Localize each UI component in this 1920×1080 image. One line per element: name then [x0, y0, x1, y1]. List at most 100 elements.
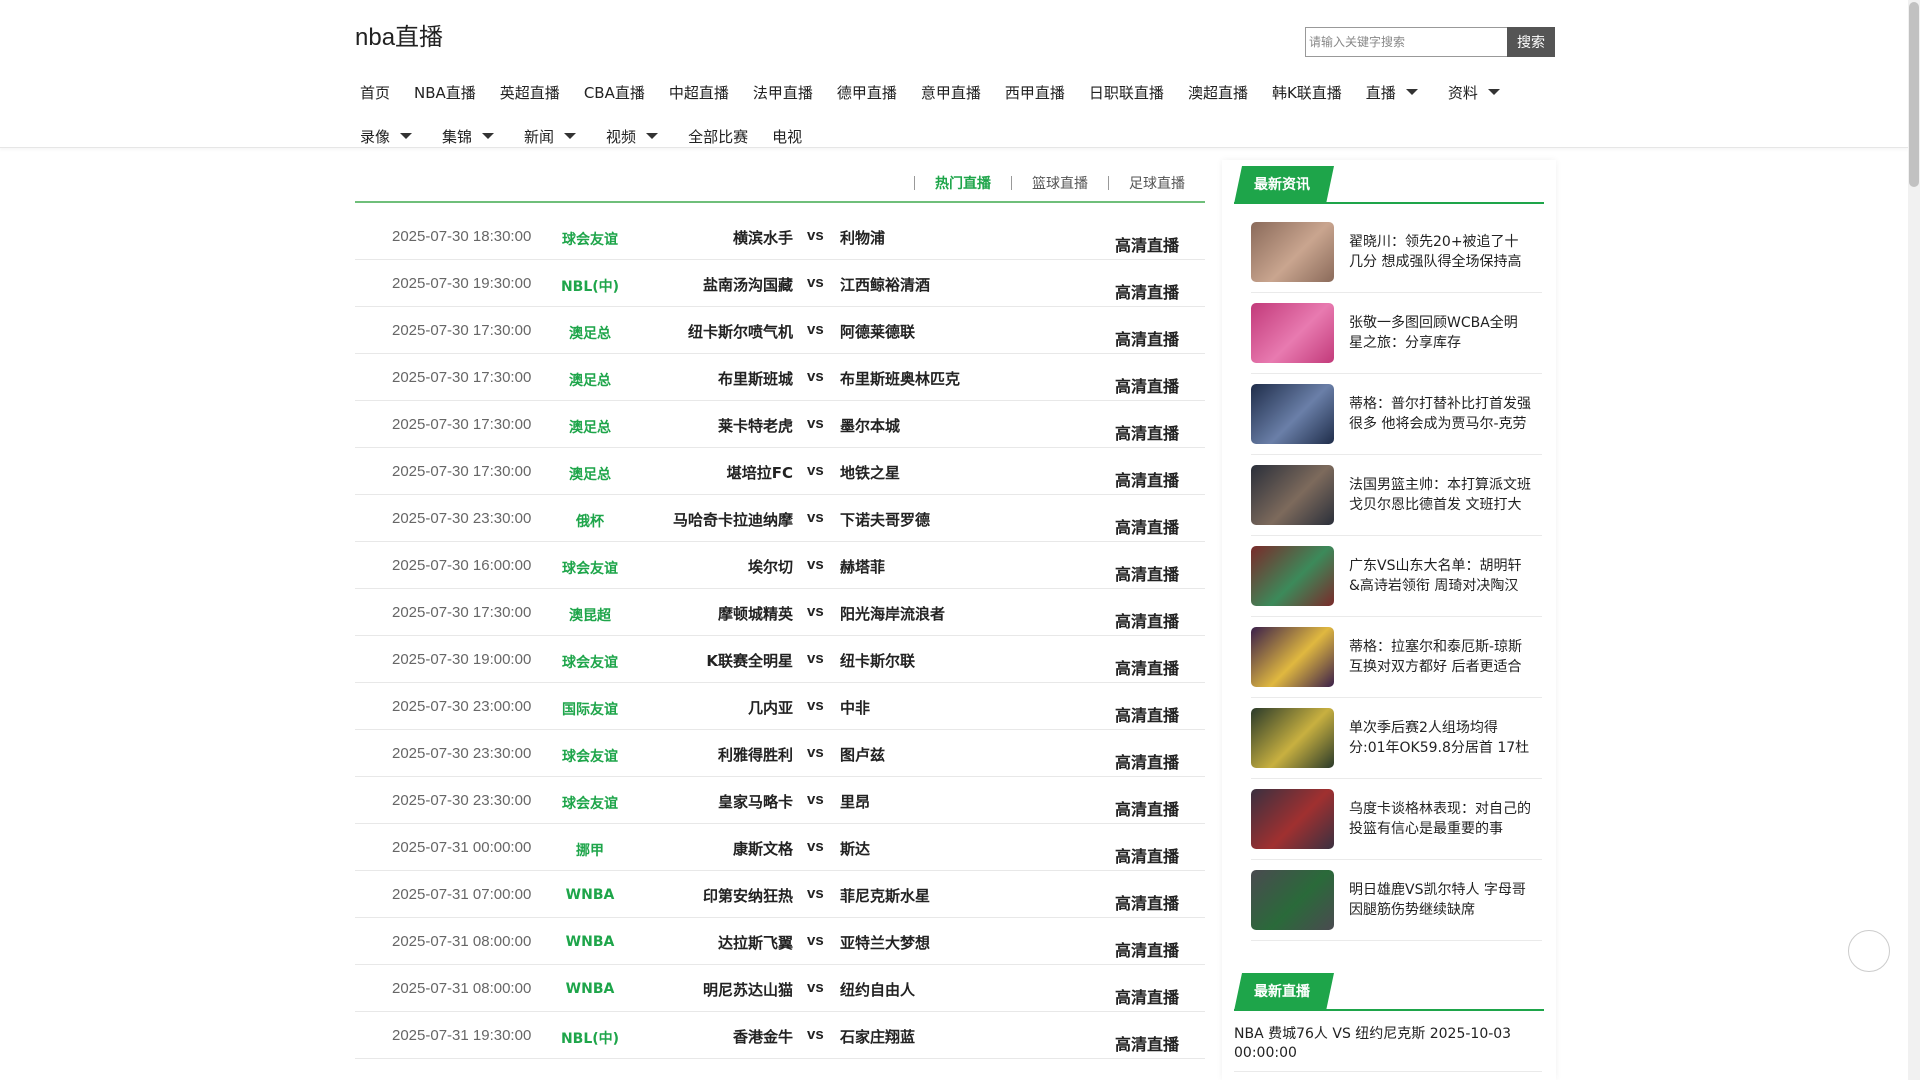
tab-1[interactable]: 热门直播	[894, 173, 991, 193]
away-team[interactable]: 利物浦	[840, 227, 885, 248]
home-team[interactable]: 马哈奇卡拉迪纳摩	[673, 509, 793, 530]
live-link[interactable]: 高清直播	[1115, 749, 1179, 773]
live-link[interactable]: 高清直播	[1115, 937, 1179, 961]
news-title[interactable]: 乌度卡谈格林表现：对自己的投篮有信心是最重要的事	[1349, 799, 1531, 839]
match-league[interactable]: 澳昆超	[530, 605, 650, 625]
home-team[interactable]: 几内亚	[748, 697, 793, 718]
news-title[interactable]: 法国男篮主帅：本打算派文班戈贝尔恩比德首发 文班打大前锋	[1349, 475, 1531, 515]
away-team[interactable]: 纽卡斯尔联	[840, 650, 915, 671]
news-title[interactable]: 单次季后赛2人组场均得分:01年OK59.8分居首 17杜库第2	[1349, 718, 1531, 758]
news-thumbnail[interactable]	[1251, 222, 1334, 282]
live-link[interactable]: 高清直播	[1115, 655, 1179, 679]
live-link[interactable]: 高清直播	[1115, 561, 1179, 585]
home-team[interactable]: 皇家马略卡	[718, 791, 793, 812]
live-link[interactable]: 高清直播	[1115, 326, 1179, 350]
home-team[interactable]: K联赛全明星	[706, 650, 793, 671]
news-thumbnail[interactable]	[1251, 627, 1334, 687]
back-to-top-button[interactable]	[1848, 930, 1890, 972]
nav-item[interactable]: 韩K联直播	[1272, 82, 1342, 103]
news-title[interactable]: 明日雄鹿VS凯尔特人 字母哥因腿筋伤势继续缺席	[1349, 880, 1531, 920]
nav-item[interactable]: CBA直播	[584, 82, 645, 103]
tab-2[interactable]: 篮球直播	[991, 173, 1088, 193]
nav-item[interactable]: 新闻	[524, 126, 577, 147]
live-link[interactable]: 高清直播	[1115, 796, 1179, 820]
nav-item[interactable]: 集锦	[442, 126, 495, 147]
nav-item[interactable]: 英超直播	[500, 82, 560, 103]
news-thumbnail[interactable]	[1251, 384, 1334, 444]
news-item[interactable]: 蒂格：拉塞尔和泰厄斯-琼斯互换对双方都好 后者更适合奇才	[1251, 617, 1542, 698]
match-league[interactable]: 球会友谊	[530, 558, 650, 578]
match-league[interactable]: 球会友谊	[530, 793, 650, 813]
away-team[interactable]: 菲尼克斯水星	[840, 885, 930, 906]
nav-item[interactable]: 电视	[772, 126, 802, 147]
live-link[interactable]: 高清直播	[1115, 608, 1179, 632]
news-item[interactable]: 广东VS山东大名单：胡明轩&高诗岩领衔 周琦对决陶汉林	[1251, 536, 1542, 617]
nav-item[interactable]: 德甲直播	[837, 82, 897, 103]
live-link[interactable]: 高清直播	[1115, 467, 1179, 491]
away-team[interactable]: 亚特兰大梦想	[840, 932, 930, 953]
home-team[interactable]: 盐南汤沟国藏	[703, 274, 793, 295]
live-item[interactable]: NBA 费城76人 VS 纽约尼克斯 2025-10-03 00:00:00	[1234, 1025, 1542, 1072]
live-link[interactable]: 高清直播	[1115, 984, 1179, 1008]
news-title[interactable]: 张敬一多图回顾WCBA全明星之旅：分享库存	[1349, 313, 1531, 353]
news-thumbnail[interactable]	[1251, 708, 1334, 768]
news-thumbnail[interactable]	[1251, 789, 1334, 849]
news-item[interactable]: 法国男篮主帅：本打算派文班戈贝尔恩比德首发 文班打大前锋	[1251, 455, 1542, 536]
news-item[interactable]: 张敬一多图回顾WCBA全明星之旅：分享库存	[1251, 293, 1542, 374]
search-input[interactable]	[1305, 27, 1507, 57]
match-league[interactable]: 挪甲	[530, 840, 650, 860]
match-league[interactable]: WNBA	[530, 934, 650, 950]
live-link[interactable]: 高清直播	[1115, 890, 1179, 914]
scrollbar-thumb[interactable]	[1909, 2, 1919, 187]
news-item[interactable]: 乌度卡谈格林表现：对自己的投篮有信心是最重要的事	[1251, 779, 1542, 860]
match-league[interactable]: WNBA	[530, 981, 650, 997]
live-link[interactable]: 高清直播	[1115, 514, 1179, 538]
news-thumbnail[interactable]	[1251, 870, 1334, 930]
match-league[interactable]: NBL(中)	[530, 1028, 650, 1048]
match-league[interactable]: 澳足总	[530, 323, 650, 343]
match-league[interactable]: 国际友谊	[530, 699, 650, 719]
nav-item[interactable]: NBA直播	[414, 82, 476, 103]
home-team[interactable]: 布里斯班城	[718, 368, 793, 389]
home-team[interactable]: 利雅得胜利	[718, 744, 793, 765]
nav-item[interactable]: 意甲直播	[921, 82, 981, 103]
match-league[interactable]: 澳足总	[530, 464, 650, 484]
home-team[interactable]: 印第安纳狂热	[703, 885, 793, 906]
away-team[interactable]: 下诺夫哥罗德	[840, 509, 930, 530]
nav-item[interactable]: 中超直播	[669, 82, 729, 103]
live-link[interactable]: 高清直播	[1115, 279, 1179, 303]
away-team[interactable]: 阳光海岸流浪者	[840, 603, 945, 624]
match-league[interactable]: 澳足总	[530, 370, 650, 390]
home-team[interactable]: 纽卡斯尔喷气机	[688, 321, 793, 342]
match-league[interactable]: 球会友谊	[530, 229, 650, 249]
live-link[interactable]: 高清直播	[1115, 232, 1179, 256]
match-league[interactable]: 球会友谊	[530, 652, 650, 672]
news-title[interactable]: 翟晓川：领先20+被追了十几分 想成强队得全场保持高强度	[1349, 232, 1531, 272]
nav-item[interactable]: 全部比赛	[688, 126, 748, 147]
home-team[interactable]: 康斯文格	[733, 838, 793, 859]
news-thumbnail[interactable]	[1251, 465, 1334, 525]
news-item[interactable]: 明日雄鹿VS凯尔特人 字母哥因腿筋伤势继续缺席	[1251, 860, 1542, 941]
away-team[interactable]: 阿德莱德联	[840, 321, 915, 342]
home-team[interactable]: 香港金牛	[733, 1026, 793, 1047]
news-thumbnail[interactable]	[1251, 546, 1334, 606]
nav-item[interactable]: 法甲直播	[753, 82, 813, 103]
match-league[interactable]: 澳足总	[530, 417, 650, 437]
nav-item[interactable]: 资料	[1448, 82, 1500, 103]
nav-item[interactable]: 西甲直播	[1005, 82, 1065, 103]
match-league[interactable]: 俄杯	[530, 511, 650, 531]
match-league[interactable]: WNBA	[530, 887, 650, 903]
nav-item[interactable]: 录像	[360, 126, 413, 147]
nav-item[interactable]: 首页	[360, 82, 390, 103]
nav-item[interactable]: 澳超直播	[1188, 82, 1248, 103]
news-title[interactable]: 蒂格：拉塞尔和泰厄斯-琼斯互换对双方都好 后者更适合奇才	[1349, 637, 1531, 677]
page-scrollbar[interactable]	[1908, 0, 1920, 1080]
nav-item[interactable]: 直播	[1366, 82, 1418, 103]
away-team[interactable]: 斯达	[840, 838, 870, 859]
away-team[interactable]: 中非	[840, 697, 870, 718]
news-title[interactable]: 蒂格：普尔打替补比打首发强很多 他将会成为贾马尔-克劳福德	[1349, 394, 1531, 434]
search-button[interactable]: 搜索	[1507, 27, 1555, 57]
home-team[interactable]: 达拉斯飞翼	[718, 932, 793, 953]
home-team[interactable]: 堪培拉FC	[727, 462, 793, 483]
news-item[interactable]: 蒂格：普尔打替补比打首发强很多 他将会成为贾马尔-克劳福德	[1251, 374, 1542, 455]
